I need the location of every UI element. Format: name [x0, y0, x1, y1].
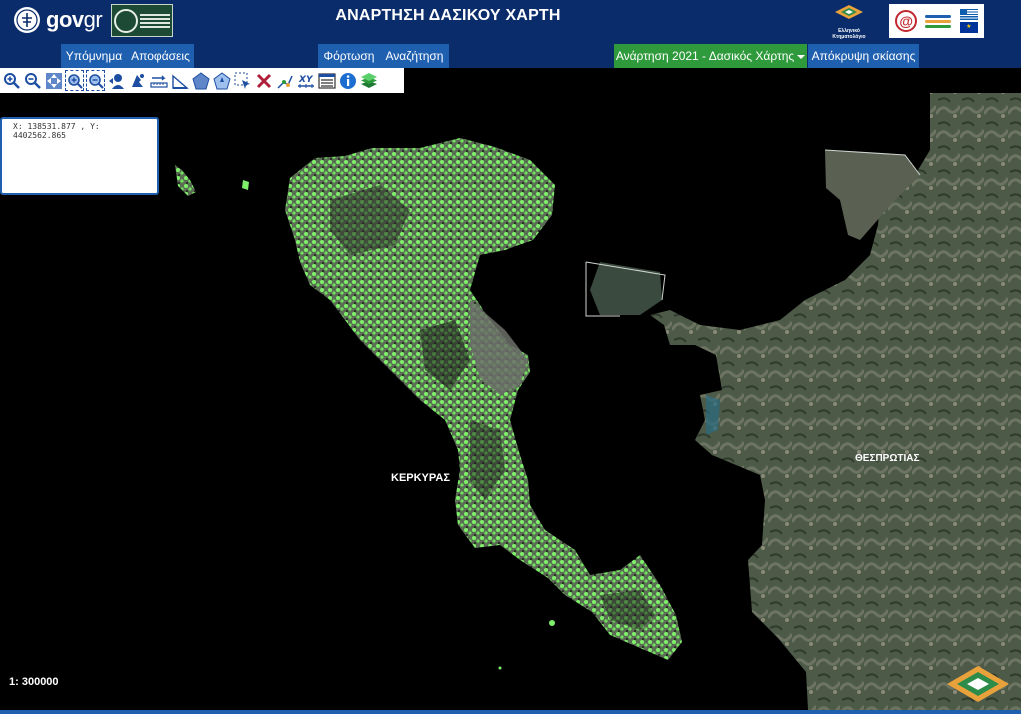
- identify-icon[interactable]: [127, 69, 148, 92]
- load-button[interactable]: Φόρτωση: [318, 44, 380, 68]
- info-icon[interactable]: [337, 69, 358, 92]
- digital-greece-icon: @: [895, 10, 918, 32]
- clear-icon[interactable]: [253, 69, 274, 92]
- espa-icon: [925, 8, 952, 34]
- ktimatologio-watermark-icon: [947, 666, 1009, 702]
- ktimatologio-icon: [835, 5, 863, 19]
- bottom-border: [0, 710, 1021, 714]
- ktimatologio-logo: Ελληνικό Κτηματολόγιο: [822, 4, 876, 40]
- map-toolbar: XY: [0, 68, 404, 93]
- hide-shading-button[interactable]: Απόκρυψη σκίασης: [808, 44, 919, 68]
- coordinates-readout: X: 138531.877 , Y: 4402562.865: [13, 122, 100, 140]
- star-shape-icon[interactable]: [211, 69, 232, 92]
- draw-point-icon[interactable]: [274, 69, 295, 92]
- eu-funding-logos: @ ★: [889, 4, 984, 38]
- map-scale: 1: 300000: [9, 676, 59, 688]
- layer-select-label: Ανάρτηση 2021 - Δασικός Χάρτης: [615, 49, 795, 63]
- zoom-box-out-icon[interactable]: [85, 69, 106, 92]
- layer-select-dropdown[interactable]: Ανάρτηση 2021 - Δασικός Χάρτης: [614, 44, 807, 68]
- islet: [175, 165, 196, 196]
- zoom-out-icon[interactable]: [22, 69, 43, 92]
- legend-button[interactable]: Υπόμνημα: [61, 44, 127, 68]
- layers-table-icon[interactable]: [316, 69, 337, 92]
- measure-area-icon[interactable]: [169, 69, 190, 92]
- decisions-button[interactable]: Αποφάσεις: [127, 44, 194, 68]
- page-title: ΑΝΑΡΤΗΣΗ ΔΑΣΙΚΟΥ ΧΑΡΤΗ: [335, 7, 561, 24]
- layers-icon[interactable]: [358, 69, 379, 92]
- user-pin-icon[interactable]: [106, 69, 127, 92]
- region-label-kerkyra: ΚΕΡΚΥΡΑΣ: [391, 472, 450, 484]
- eu-flag-icon: ★: [959, 22, 978, 33]
- select-arrow-icon[interactable]: [232, 69, 253, 92]
- svg-text:XY: XY: [298, 75, 314, 85]
- xy-icon[interactable]: XY: [295, 69, 316, 92]
- greek-flag-icon: [959, 9, 978, 20]
- region-label-thesprotias: ΘΕΣΠΡΩΤΙΑΣ: [855, 453, 920, 464]
- zoom-box-in-icon[interactable]: [64, 69, 85, 92]
- app-header: govgr ΑΝΑΡΤΗΣΗ ΔΑΣΙΚΟΥ ΧΑΡΤΗ Ελληνικό Κτ…: [0, 0, 1021, 42]
- pan-icon[interactable]: [43, 69, 64, 92]
- search-button[interactable]: Αναζήτηση: [380, 44, 449, 68]
- zoom-in-icon[interactable]: [1, 69, 22, 92]
- coordinates-panel: X: 138531.877 , Y: 4402562.865: [0, 117, 159, 195]
- polygon-icon[interactable]: [190, 69, 211, 92]
- chevron-down-icon: [797, 54, 806, 59]
- nav-bar: Υπόμνημα Αποφάσεις Φόρτωση Αναζήτηση Ανά…: [0, 42, 1021, 68]
- measure-line-icon[interactable]: [148, 69, 169, 92]
